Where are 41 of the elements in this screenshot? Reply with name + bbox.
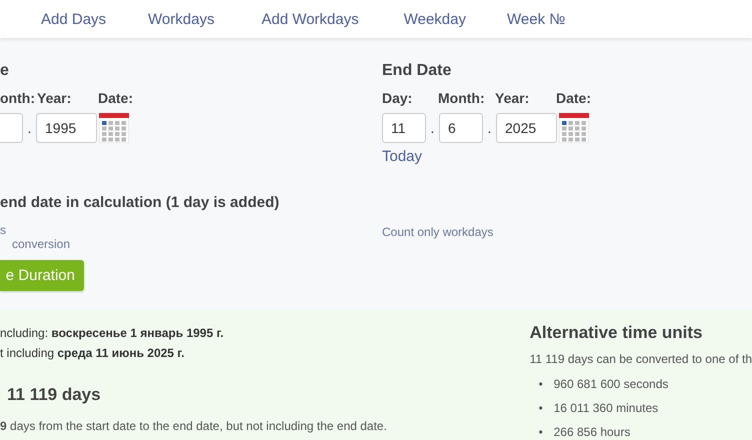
unit-item: 960 681 600 seconds bbox=[554, 376, 668, 393]
option-link[interactable]: s bbox=[0, 223, 6, 237]
checkbox-label[interactable]: end date in calculation (1 day is added) bbox=[0, 194, 280, 211]
nav-tab[interactable]: Week № bbox=[507, 10, 566, 28]
field-label: Year: bbox=[495, 90, 530, 108]
separator-dot: . bbox=[486, 120, 492, 136]
bullet: • bbox=[538, 376, 544, 393]
option-link[interactable]: conversion bbox=[12, 237, 70, 251]
nav-tab[interactable]: Add Days bbox=[41, 10, 106, 28]
result-sentence: 9 days from the start date to the end date, but not including the end date. bbox=[0, 419, 388, 433]
section-title: End Date bbox=[382, 62, 452, 80]
field-label: Date: bbox=[98, 90, 134, 108]
bullet: • bbox=[538, 400, 544, 417]
year-field[interactable]: 2025 bbox=[496, 113, 557, 143]
intro-text: 11 119 days can be converted to one of th bbox=[530, 352, 752, 366]
field-label: Date: bbox=[556, 90, 592, 108]
field-label: Day: bbox=[382, 90, 414, 108]
result-heading: 11 119 days bbox=[7, 385, 102, 405]
separator-dot: . bbox=[430, 120, 436, 136]
year-field[interactable]: 1995 bbox=[36, 113, 97, 143]
field-label: Year: bbox=[37, 90, 72, 108]
result-text: ncluding: воскресенье 1 январь 1995 г. bbox=[0, 325, 225, 342]
section-title: e bbox=[0, 62, 10, 80]
day-field[interactable] bbox=[0, 113, 23, 143]
calendar-icon[interactable] bbox=[559, 113, 589, 143]
bullet: • bbox=[538, 424, 544, 440]
separator-dot: . bbox=[26, 120, 32, 136]
today-link[interactable]: Today bbox=[382, 148, 422, 165]
day-field[interactable]: 11 bbox=[382, 113, 426, 143]
option-link[interactable]: Count only workdays bbox=[382, 225, 494, 239]
unit-item: 16 011 360 minutes bbox=[554, 400, 658, 417]
month-field[interactable]: 6 bbox=[439, 113, 483, 143]
nav-tab[interactable]: Weekday bbox=[404, 10, 466, 28]
result-text: t including среда 11 июнь 2025 г. bbox=[0, 345, 186, 362]
nav-tab[interactable]: Add Workdays bbox=[261, 10, 359, 28]
field-label: onth: bbox=[0, 90, 36, 108]
unit-item: 266 856 hours bbox=[554, 424, 630, 440]
section-title: Alternative time units bbox=[530, 323, 704, 343]
field-label: Month: bbox=[438, 90, 486, 108]
calendar-icon[interactable] bbox=[99, 113, 129, 143]
nav-tab[interactable]: Workdays bbox=[148, 10, 214, 28]
